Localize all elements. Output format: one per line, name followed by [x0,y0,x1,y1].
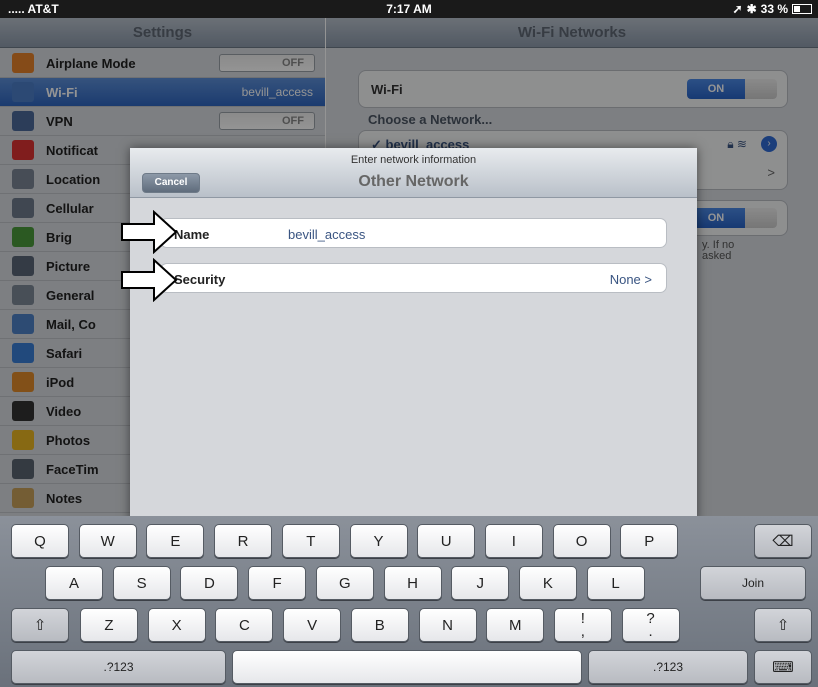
key-3[interactable]: V [283,608,342,642]
key-o[interactable]: O [552,524,611,558]
numbers-key[interactable]: .?123 [11,650,226,684]
key-a[interactable]: A [45,566,103,600]
bluetooth-icon: ✱ [746,2,757,16]
key-h[interactable]: H [383,566,442,600]
key-y[interactable]: Y [349,524,408,558]
battery-percent: 33 % [760,2,788,16]
key-g[interactable]: G [315,566,374,600]
other-network-dialog: Enter network information Cancel Other N… [130,148,697,523]
key-0[interactable]: Z [80,608,138,642]
keyboard: Q W E R T Y U I O P ⌫ A S D F G H J K L Join ⇧ Z X C V B N M! , ? . ⇧.… [0,516,818,687]
key-w[interactable]: W [78,524,137,558]
battery-icon [792,4,812,14]
arrow-annotation-name [121,210,178,254]
backspace-icon[interactable]: ⌫ [754,524,812,558]
numbers-key[interactable]: .?123 [588,650,748,684]
arrow-annotation-security [121,258,178,302]
key-t[interactable]: T [281,524,340,558]
dialog-navbar: Enter network information Cancel Other N… [130,148,697,198]
security-value: None > [609,272,652,287]
key-2[interactable]: C [215,608,274,642]
key-u[interactable]: U [417,524,476,558]
space-bar[interactable] [232,650,582,684]
key-8[interactable]: ? . [621,608,680,642]
location-arrow-icon: ➚ [732,2,743,16]
key-7[interactable]: ! , [553,608,612,642]
key-i[interactable]: I [484,524,543,558]
key-j[interactable]: J [451,566,510,600]
key-6[interactable]: M [486,608,545,642]
shift-icon[interactable]: ⇧ [11,608,69,642]
key-5[interactable]: N [418,608,477,642]
clock: 7:17 AM [386,2,432,16]
status-bar: ..... AT&T 7:17 AM ➚ ✱ 33 % [0,0,818,18]
key-4[interactable]: B [350,608,409,642]
hide-keyboard-icon[interactable]: ⌨ [754,650,812,684]
key-p[interactable]: P [620,524,679,558]
key-e[interactable]: E [146,524,205,558]
key-s[interactable]: S [112,566,171,600]
join-button[interactable]: Join [700,566,806,600]
key-r[interactable]: R [214,524,273,558]
key-f[interactable]: F [248,566,307,600]
key-d[interactable]: D [180,566,239,600]
key-l[interactable]: L [586,566,645,600]
key-q[interactable]: Q [11,524,69,558]
key-1[interactable]: X [147,608,206,642]
status-right: ➚ ✱ 33 % [733,2,812,16]
name-field[interactable]: Name bevill_access [160,218,667,248]
key-k[interactable]: K [518,566,577,600]
shift-icon[interactable]: ⇧ [754,608,812,642]
security-row[interactable]: Security None > [160,263,667,293]
dialog-prompt: Enter network information [350,154,477,166]
name-value[interactable]: bevill_access [288,227,365,242]
dialog-title: Other Network [358,173,469,190]
security-label: Security [174,272,226,287]
